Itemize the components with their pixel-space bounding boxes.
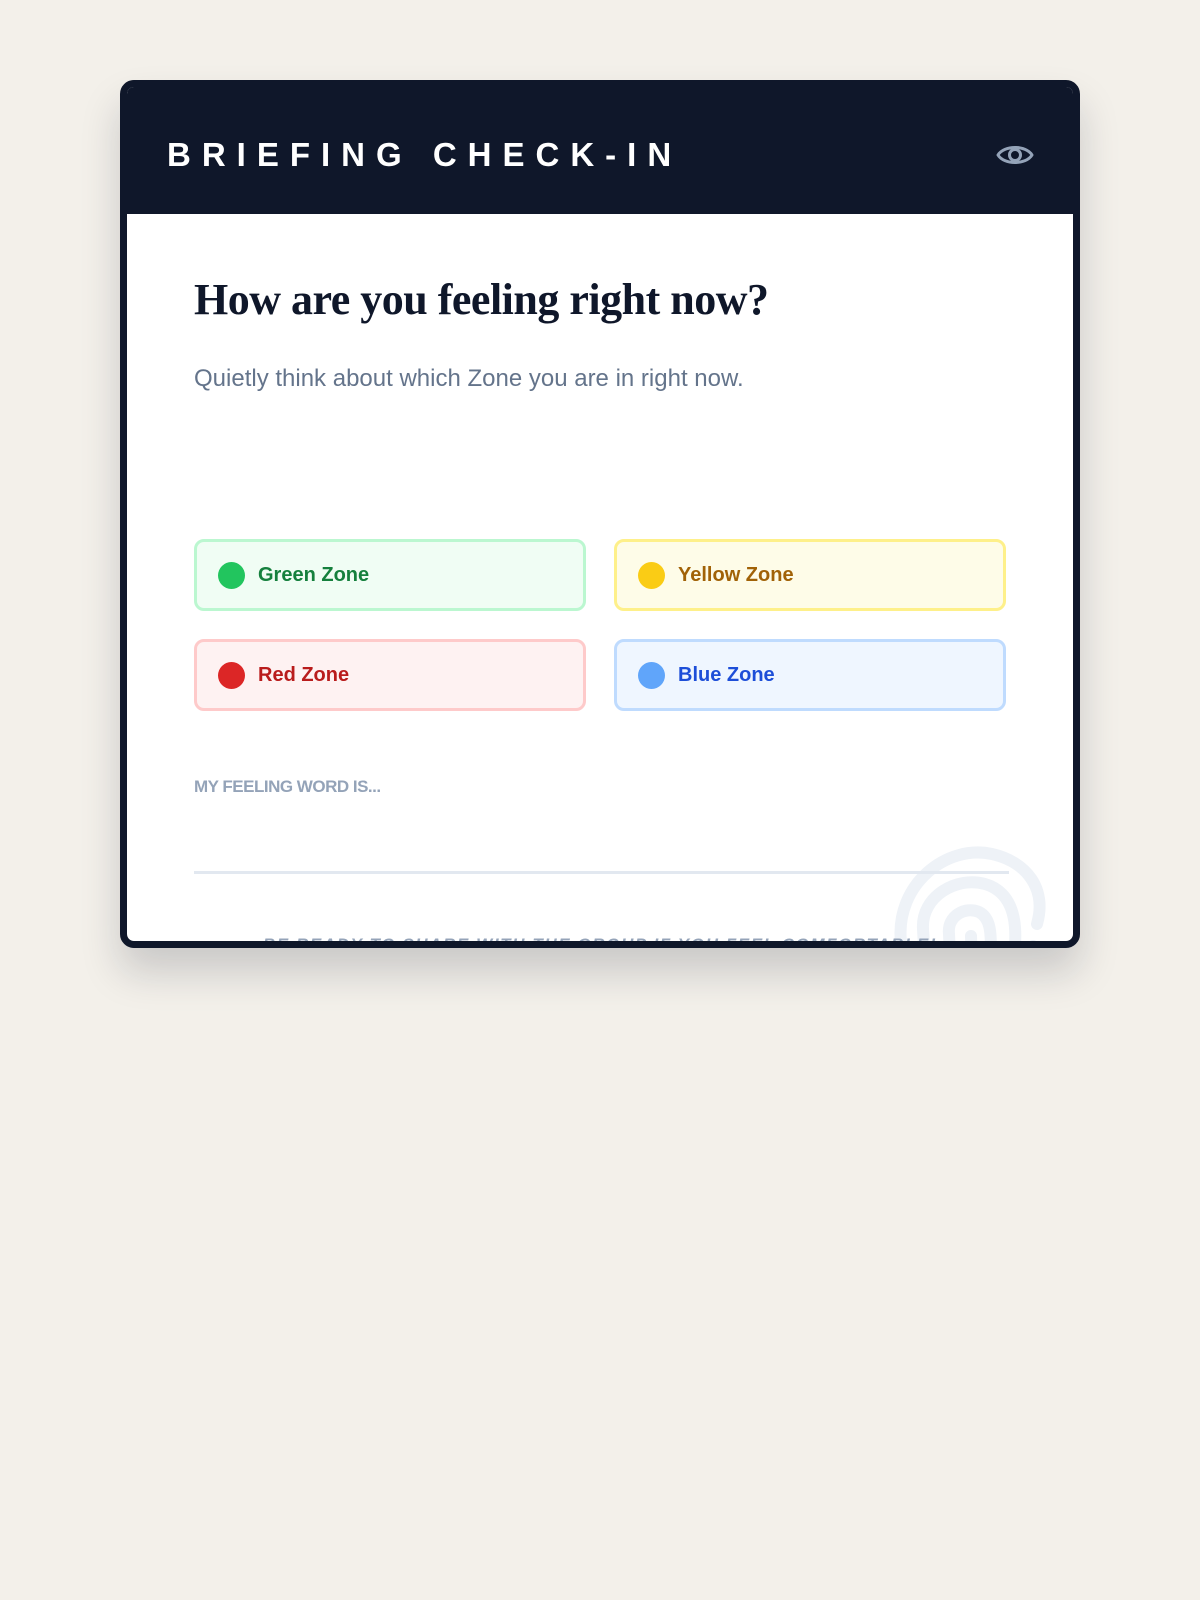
check-in-card: BRIEFING CHECK-IN How are you feeling ri…	[120, 80, 1080, 948]
zone-label: Green Zone	[258, 563, 370, 586]
blue-zone-option[interactable]: Blue Zone	[614, 639, 1006, 711]
feeling-word-label: MY FEELING WORD IS...	[194, 777, 381, 796]
card-header: BRIEFING CHECK-IN	[127, 87, 1073, 214]
question-heading: How are you feeling right now?	[194, 275, 769, 324]
instruction-text: Quietly think about which Zone you are i…	[194, 365, 744, 392]
green-dot-icon	[218, 561, 245, 589]
zone-label: Blue Zone	[678, 663, 775, 686]
zone-label: Yellow Zone	[678, 563, 794, 586]
share-reminder: BE READY TO SHARE WITH THE GROUP IF YOU …	[262, 935, 938, 948]
feeling-word-input[interactable]	[194, 814, 1009, 874]
header-title: BRIEFING CHECK-IN	[167, 136, 683, 173]
yellow-dot-icon	[638, 561, 665, 589]
eye-icon[interactable]	[995, 135, 1035, 175]
green-zone-option[interactable]: Green Zone	[194, 539, 586, 611]
zone-label: Red Zone	[258, 663, 350, 686]
yellow-zone-option[interactable]: Yellow Zone	[614, 539, 1006, 611]
card-body: How are you feeling right now? Quietly t…	[127, 214, 1073, 941]
red-dot-icon	[218, 661, 245, 689]
blue-dot-icon	[638, 661, 665, 689]
red-zone-option[interactable]: Red Zone	[194, 639, 586, 711]
